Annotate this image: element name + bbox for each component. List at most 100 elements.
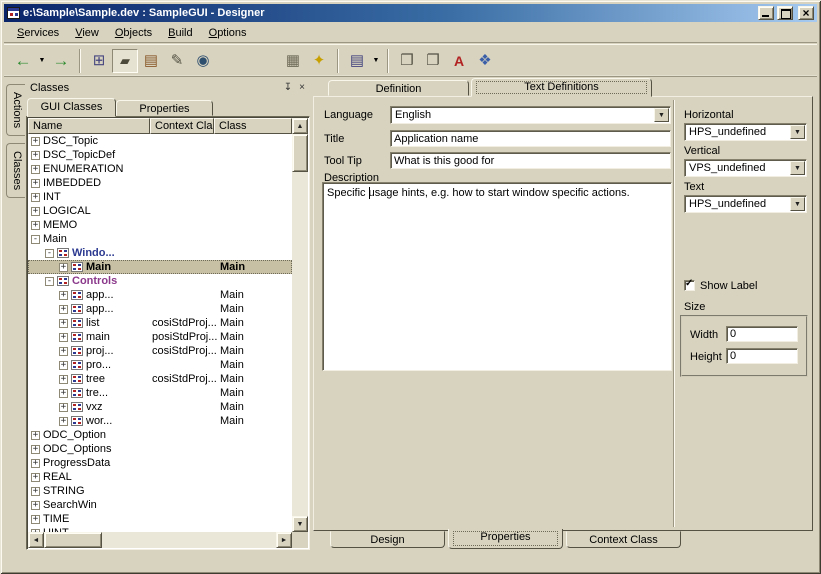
column-header-class[interactable]: Class [214, 118, 292, 134]
tree-row-odc-option[interactable]: +ODC_Option [28, 428, 292, 442]
expand-toggle-icon[interactable]: + [31, 151, 40, 160]
tree-row-app[interactable]: +app...Main [28, 288, 292, 302]
scroll-right-button[interactable] [276, 532, 292, 548]
title-bar[interactable]: e:\Sample\Sample.dev : SampleGUI - Desig… [4, 4, 817, 22]
expand-toggle-icon[interactable]: + [31, 459, 40, 468]
menu-item-options[interactable]: Options [201, 24, 255, 42]
expand-toggle-icon[interactable]: + [31, 207, 40, 216]
horizontal-scrollbar-thumb[interactable] [44, 532, 102, 548]
expand-toggle-icon[interactable]: + [59, 333, 68, 342]
print-button[interactable]: ❒ [394, 49, 420, 73]
checkbox-icon[interactable] [684, 280, 695, 291]
app-icon[interactable] [7, 7, 20, 19]
menu-item-services[interactable]: Services [9, 24, 67, 42]
expand-toggle-icon[interactable]: + [31, 179, 40, 188]
chevron-down-icon[interactable] [790, 161, 805, 175]
expand-toggle-icon[interactable]: + [59, 347, 68, 356]
chevron-down-icon[interactable] [790, 197, 805, 211]
window-list-dropdown[interactable]: ▼ [370, 49, 382, 73]
tree-row-list[interactable]: +listcosiStdProj...Main [28, 316, 292, 330]
language-select[interactable]: English [390, 106, 671, 124]
tree-row-controls[interactable]: -Controls [28, 274, 292, 288]
hierarchy-view-button[interactable]: ⊞ [86, 49, 112, 73]
height-input[interactable] [726, 348, 798, 364]
menu-item-objects[interactable]: Objects [107, 24, 160, 42]
expand-toggle-icon[interactable]: + [31, 515, 40, 524]
globe-button[interactable]: ◉ [190, 49, 216, 73]
tree-row-searchwin[interactable]: +SearchWin [28, 498, 292, 512]
tree-row-int[interactable]: +INT [28, 190, 292, 204]
chevron-down-icon[interactable] [790, 125, 805, 139]
back-history-button[interactable]: ▼ [36, 49, 48, 73]
forward-button[interactable]: → [48, 49, 74, 73]
expand-toggle-icon[interactable]: - [45, 249, 54, 258]
tab-properties[interactable]: Properties [448, 529, 563, 549]
tree-row-vxz[interactable]: +vxzMain [28, 400, 292, 414]
horizontal-select[interactable]: HPS_undefined [684, 123, 807, 141]
description-textarea[interactable]: Specific usage hints, e.g. how to start … [322, 182, 672, 371]
back-button[interactable]: ← [10, 49, 36, 73]
tab-definition[interactable]: Definition [328, 80, 469, 96]
tree-row-real[interactable]: +REAL [28, 470, 292, 484]
tree-row-main[interactable]: -Main [28, 232, 292, 246]
maximize-button[interactable] [777, 6, 793, 20]
column-header-name[interactable]: Name [28, 118, 150, 134]
expand-toggle-icon[interactable]: + [59, 319, 68, 328]
tab-properties[interactable]: Properties [116, 100, 213, 116]
notebook-button[interactable]: ▤ [138, 49, 164, 73]
menu-item-build[interactable]: Build [160, 24, 200, 42]
vertical-scrollbar[interactable] [292, 118, 308, 532]
close-button[interactable] [798, 6, 814, 20]
expand-toggle-icon[interactable]: + [59, 291, 68, 300]
font-button[interactable]: A [446, 49, 472, 73]
palette-button[interactable]: ❖ [472, 49, 498, 73]
expand-toggle-icon[interactable]: + [59, 361, 68, 370]
tree-row-app[interactable]: +app...Main [28, 302, 292, 316]
expand-toggle-icon[interactable]: + [31, 487, 40, 496]
expand-toggle-icon[interactable]: + [31, 221, 40, 230]
tree-row-memo[interactable]: +MEMO [28, 218, 292, 232]
tree-row-main[interactable]: +MainMain [28, 260, 292, 274]
scroll-left-button[interactable] [28, 532, 44, 548]
expand-toggle-icon[interactable]: + [59, 263, 68, 272]
key-button[interactable]: ✦ [306, 49, 332, 73]
tree-row-imbedded[interactable]: +IMBEDDED [28, 176, 292, 190]
tree-row-dsc-topic[interactable]: +DSC_Topic [28, 134, 292, 148]
minimize-button[interactable] [758, 6, 774, 20]
tree-row-enumeration[interactable]: +ENUMERATION [28, 162, 292, 176]
tree-row-logical[interactable]: +LOGICAL [28, 204, 292, 218]
horizontal-scrollbar[interactable] [28, 532, 292, 548]
tab-text-definitions[interactable]: Text Definitions [471, 78, 652, 97]
tab-gui-classes[interactable]: GUI Classes [27, 98, 116, 117]
show-label-checkbox[interactable]: Show Label [684, 280, 758, 292]
expand-toggle-icon[interactable]: - [45, 277, 54, 286]
expand-toggle-icon[interactable]: + [59, 305, 68, 314]
tab-context-class[interactable]: Context Class [566, 531, 681, 548]
window-list-button[interactable]: ▤ [344, 49, 370, 73]
expand-toggle-icon[interactable]: + [31, 165, 40, 174]
expand-toggle-icon[interactable]: + [31, 473, 40, 482]
close-panel-icon[interactable]: × [295, 81, 309, 94]
tree-row-pro[interactable]: +pro...Main [28, 358, 292, 372]
expand-toggle-icon[interactable]: + [31, 193, 40, 202]
tree-row-string[interactable]: +STRING [28, 484, 292, 498]
scroll-down-button[interactable] [292, 516, 308, 532]
tree-row-main[interactable]: +mainposiStdProj...Main [28, 330, 292, 344]
tree-row-tre[interactable]: +tre...Main [28, 386, 292, 400]
chevron-down-icon[interactable] [654, 108, 669, 122]
expand-toggle-icon[interactable]: + [59, 389, 68, 398]
dock-tab-actions[interactable]: Actions [6, 84, 25, 136]
expand-toggle-icon[interactable]: - [31, 235, 40, 244]
cards-button[interactable]: ▦ [280, 49, 306, 73]
tooltip-input[interactable] [390, 152, 671, 169]
expand-toggle-icon[interactable]: + [31, 501, 40, 510]
edit-mode-button[interactable]: ▰ [112, 49, 138, 73]
tab-design[interactable]: Design [330, 531, 445, 548]
dock-tab-classes[interactable]: Classes [6, 143, 25, 198]
tree-row-proj[interactable]: +proj...cosiStdProj...Main [28, 344, 292, 358]
tree-row-progressdata[interactable]: +ProgressData [28, 456, 292, 470]
expand-toggle-icon[interactable]: + [31, 431, 40, 440]
column-header-context-class[interactable]: Context Class [150, 118, 214, 134]
expand-toggle-icon[interactable]: + [59, 417, 68, 426]
pin-icon[interactable]: ↧ [281, 81, 295, 94]
